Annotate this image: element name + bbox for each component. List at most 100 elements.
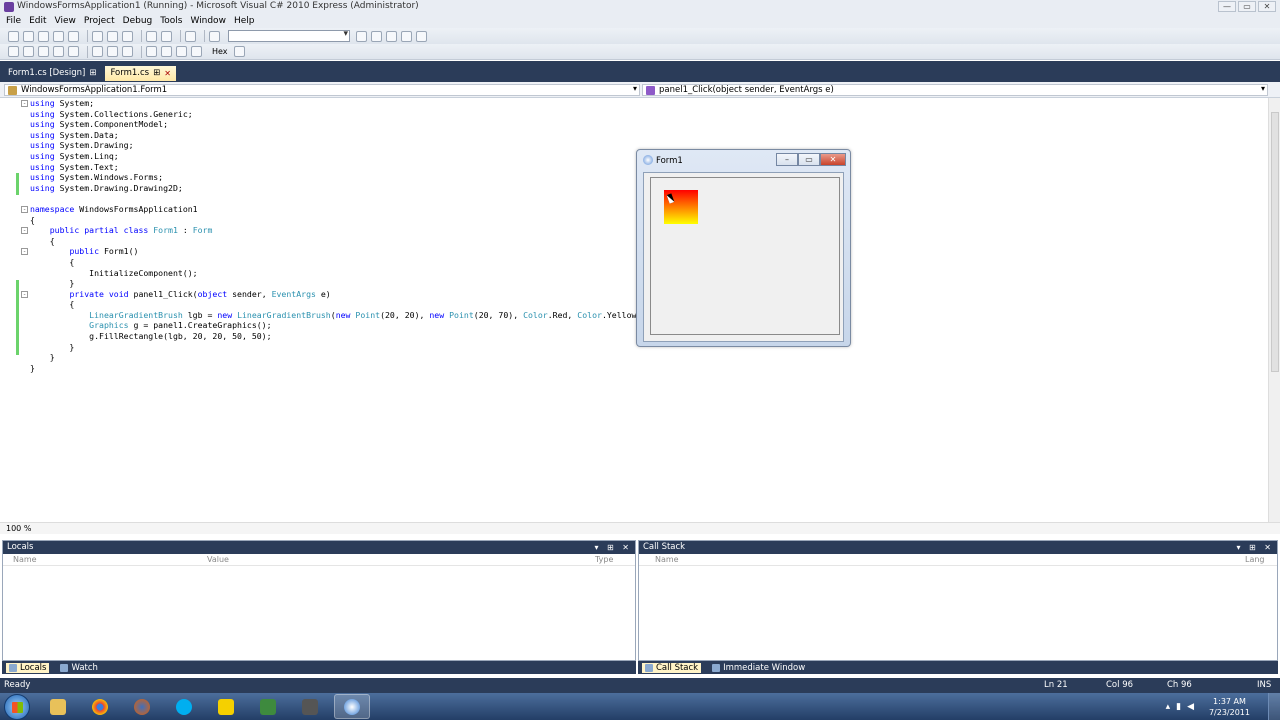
code-line[interactable]: LinearGradientBrush lgb = new LinearGrad…	[0, 310, 646, 321]
tray-arrow-icon[interactable]: ▴	[1166, 702, 1171, 712]
tab-locals[interactable]: Locals	[6, 662, 50, 673]
start-page-icon[interactable]	[416, 30, 427, 42]
show-next-statement-icon[interactable]	[68, 46, 79, 57]
tab-immediate-window[interactable]: Immediate Window	[709, 663, 808, 673]
menu-file[interactable]: File	[6, 14, 21, 28]
start-debugging-icon[interactable]	[185, 30, 196, 42]
save-all-icon[interactable]	[68, 30, 79, 42]
properties-icon[interactable]	[371, 30, 382, 42]
taskbar-vs-debug[interactable]	[334, 694, 370, 719]
code-line[interactable]: }	[0, 278, 646, 289]
code-line[interactable]: g.FillRectangle(lgb, 20, 20, 50, 50);	[0, 331, 646, 342]
code-line[interactable]: using System.Windows.Forms;	[0, 172, 646, 183]
column-name[interactable]: Name	[13, 554, 37, 566]
scrollbar-thumb[interactable]	[1271, 112, 1279, 372]
step-into-icon[interactable]	[92, 46, 103, 57]
code-line[interactable]: }	[0, 352, 646, 363]
clock[interactable]: 1:37 AM 7/23/2011	[1209, 693, 1250, 720]
object-browser-icon[interactable]	[401, 30, 412, 42]
column-lang[interactable]: Lang	[1245, 554, 1265, 566]
step-over-icon[interactable]	[107, 46, 118, 57]
tab-form1-cs[interactable]: Form1.cs ⊞ ✕	[105, 66, 176, 81]
show-desktop-button[interactable]	[1268, 693, 1280, 720]
close-button[interactable]: ✕	[1258, 1, 1276, 12]
redo-icon[interactable]	[161, 30, 172, 42]
form-minimize-button[interactable]: –	[776, 153, 798, 166]
close-tab-icon[interactable]: ✕	[164, 66, 171, 81]
volume-icon[interactable]: ◀	[1187, 702, 1194, 712]
column-type[interactable]: Type	[595, 554, 613, 566]
collapse-outline-icon[interactable]: -	[21, 205, 28, 213]
minimize-button[interactable]: —	[1218, 1, 1236, 12]
collapse-outline-icon[interactable]: -	[21, 227, 28, 235]
code-line[interactable]: }	[0, 363, 646, 374]
code-line[interactable]: {	[0, 257, 646, 268]
code-line[interactable]: }	[0, 342, 646, 353]
taskbar-firefox[interactable]	[124, 694, 160, 719]
taskbar-explorer[interactable]	[40, 694, 76, 719]
collapse-outline-icon[interactable]: -	[21, 248, 28, 256]
hex-toggle[interactable]: Hex	[212, 47, 228, 56]
form1-window[interactable]: Form1 – ▭ ✕	[636, 149, 851, 347]
taskbar-aim[interactable]	[208, 694, 244, 719]
cut-icon[interactable]	[92, 30, 103, 42]
windows-icon[interactable]	[233, 46, 245, 57]
zoom-level[interactable]: 100 %	[6, 523, 46, 534]
save-icon[interactable]	[53, 30, 64, 42]
code-line[interactable]: using System.Data;	[0, 130, 646, 141]
code-line[interactable]: - public Form1()	[0, 246, 646, 257]
code-line[interactable]: - namespace WindowsFormsApplication1	[0, 204, 646, 215]
code-line[interactable]: using System.Text;	[0, 162, 646, 173]
code-line[interactable]: - private void panel1_Click(object sende…	[0, 289, 646, 300]
tab-call-stack[interactable]: Call Stack	[642, 662, 702, 673]
code-line[interactable]: {	[0, 215, 646, 226]
collapse-outline-icon[interactable]: -	[21, 290, 28, 298]
menu-project[interactable]: Project	[84, 14, 115, 28]
editor-vertical-scrollbar[interactable]	[1268, 98, 1280, 530]
taskbar-skype[interactable]	[166, 694, 202, 719]
pin-icon[interactable]: ⊞	[153, 66, 160, 81]
undo-icon[interactable]	[146, 30, 157, 42]
code-line[interactable]: using System.Linq;	[0, 151, 646, 162]
indent-icon[interactable]	[191, 46, 202, 57]
member-combo[interactable]: panel1_Click(object sender, EventArgs e)	[642, 84, 1268, 96]
uncomment-icon[interactable]	[161, 46, 172, 57]
panel1[interactable]	[650, 177, 840, 335]
comment-icon[interactable]	[146, 46, 157, 57]
find-combo[interactable]	[228, 29, 350, 42]
taskbar-chrome[interactable]	[82, 694, 118, 719]
code-line[interactable]: {	[0, 236, 646, 247]
pin-icon[interactable]: ⊞	[89, 66, 96, 81]
break-all-icon[interactable]	[23, 46, 34, 57]
locals-window-controls[interactable]: ▾ ⊞ ✕	[594, 541, 632, 554]
maximize-button[interactable]: ▭	[1238, 1, 1256, 12]
code-line[interactable]: using System.Drawing;	[0, 140, 646, 151]
menu-tools[interactable]: Tools	[160, 14, 182, 28]
menu-view[interactable]: View	[55, 14, 76, 28]
menu-help[interactable]: Help	[234, 14, 255, 28]
menu-edit[interactable]: Edit	[29, 14, 46, 28]
form-maximize-button[interactable]: ▭	[798, 153, 820, 166]
add-item-icon[interactable]	[23, 30, 34, 42]
solution-explorer-icon[interactable]	[356, 30, 367, 42]
copy-icon[interactable]	[107, 30, 118, 42]
taskbar-archive[interactable]	[292, 694, 328, 719]
step-out-icon[interactable]	[122, 46, 133, 57]
code-line[interactable]: - public partial class Form1 : Form	[0, 225, 646, 236]
stop-debugging-icon[interactable]	[38, 46, 49, 57]
network-icon[interactable]: ▮	[1176, 702, 1181, 712]
restart-icon[interactable]	[53, 46, 64, 57]
continue-icon[interactable]	[8, 46, 19, 57]
paste-icon[interactable]	[122, 30, 133, 42]
column-name[interactable]: Name	[655, 554, 679, 566]
code-line[interactable]: - using System;	[0, 98, 646, 109]
tab-form1-design[interactable]: Form1.cs [Design] ⊞	[3, 66, 101, 81]
code-line[interactable]: using System.Drawing.Drawing2D;	[0, 183, 646, 194]
find-in-files-icon[interactable]	[209, 30, 220, 42]
code-line[interactable]: using System.Collections.Generic;	[0, 109, 646, 120]
code-line[interactable]: InitializeComponent();	[0, 268, 646, 279]
taskbar-csharp-express[interactable]	[250, 694, 286, 719]
type-combo[interactable]: WindowsFormsApplication1.Form1	[4, 84, 640, 96]
outdent-icon[interactable]	[176, 46, 187, 57]
tab-watch[interactable]: Watch	[57, 663, 100, 673]
